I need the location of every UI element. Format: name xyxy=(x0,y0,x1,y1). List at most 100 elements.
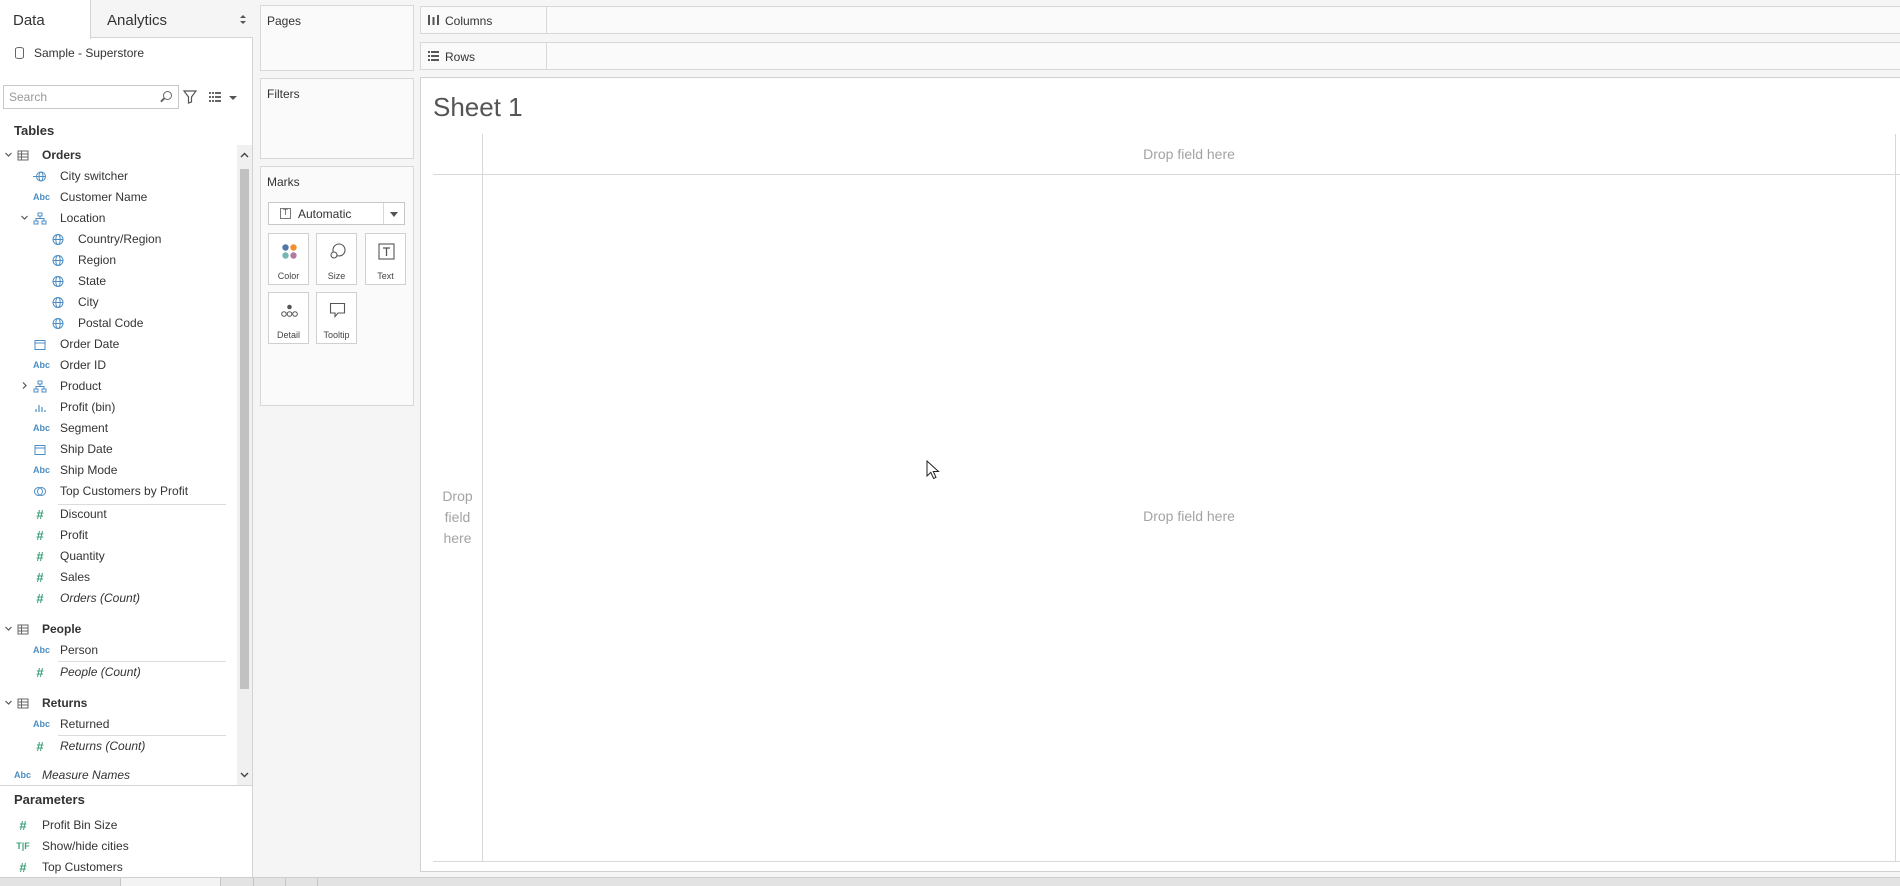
field-sales[interactable]: # Sales xyxy=(0,567,237,588)
parameter-top-customers[interactable]: # Top Customers xyxy=(0,857,253,878)
field-measure-names[interactable]: Abc Measure Names xyxy=(0,765,237,785)
columns-icon xyxy=(428,15,439,25)
sheet-tabs-bar[interactable] xyxy=(0,877,1900,886)
field-region[interactable]: Region xyxy=(0,250,237,271)
active-sheet-tab[interactable] xyxy=(120,878,220,886)
row-header-divider xyxy=(482,134,483,861)
string-icon: Abc xyxy=(33,192,51,202)
field-segment[interactable]: Abc Segment xyxy=(0,418,237,439)
field-postal-code[interactable]: Postal Code xyxy=(0,313,237,334)
field-profit[interactable]: # Profit xyxy=(0,525,237,546)
tab-separator xyxy=(253,878,254,886)
field-label: Ship Date xyxy=(60,442,113,456)
header-divider xyxy=(433,174,1900,175)
field-location[interactable]: Location xyxy=(0,208,237,229)
tab-data[interactable]: Data xyxy=(0,0,91,39)
chevron-down-icon[interactable] xyxy=(5,699,12,706)
text-button[interactable]: Text xyxy=(365,233,406,285)
size-button[interactable]: Size xyxy=(316,233,357,285)
parameter-show-hide-cities[interactable]: T|F Show/hide cities xyxy=(0,836,253,857)
field-person[interactable]: Abc Person xyxy=(0,640,237,661)
chevron-down-icon[interactable] xyxy=(390,212,398,217)
field-ship-date[interactable]: Ship Date xyxy=(0,439,237,460)
data-pane: Data Analytics Sample - Superstore Table… xyxy=(0,0,253,886)
field-customer-name[interactable]: Abc Customer Name xyxy=(0,187,237,208)
filters-card[interactable]: Filters xyxy=(260,78,414,159)
globe-icon xyxy=(52,255,64,266)
table-label: People xyxy=(42,622,82,636)
string-icon: Abc xyxy=(33,719,51,729)
chevron-down-icon[interactable] xyxy=(5,625,12,632)
mark-type-dropdown[interactable]: Automatic xyxy=(268,202,405,225)
database-icon xyxy=(15,47,24,59)
field-city[interactable]: City xyxy=(0,292,237,313)
chevron-up-icon[interactable] xyxy=(240,151,249,160)
automatic-mark-icon xyxy=(280,208,291,219)
field-people-count[interactable]: # People (Count) xyxy=(0,662,237,683)
chevron-down-icon[interactable] xyxy=(21,214,28,221)
tooltip-button[interactable]: Tooltip xyxy=(316,292,357,344)
tab-data-label: Data xyxy=(13,12,45,29)
field-label: Region xyxy=(78,253,117,267)
field-order-date[interactable]: Order Date xyxy=(0,334,237,355)
field-order-id[interactable]: Abc Order ID xyxy=(0,355,237,376)
drop-zone-center[interactable]: Drop field here xyxy=(483,508,1895,524)
field-state[interactable]: State xyxy=(0,271,237,292)
parameter-profit-bin-size[interactable]: # Profit Bin Size xyxy=(0,815,253,836)
parameter-label: Top Customers xyxy=(42,860,123,874)
sheet-view[interactable]: Sheet 1 Drop field here Drop field here … xyxy=(420,77,1900,872)
datasource-item[interactable]: Sample - Superstore xyxy=(0,40,253,66)
field-list: Orders City switcher Abc Customer Name L… xyxy=(0,145,237,785)
field-label: Postal Code xyxy=(78,316,144,330)
field-ship-mode[interactable]: Abc Ship Mode xyxy=(0,460,237,481)
drop-zone-rows[interactable]: Drop field here xyxy=(433,486,482,549)
rows-shelf[interactable]: Rows xyxy=(420,42,1900,70)
columns-shelf[interactable]: Columns xyxy=(420,6,1900,34)
field-label: Sales xyxy=(60,570,91,584)
table-returns[interactable]: Returns xyxy=(0,693,237,714)
field-label: Ship Mode xyxy=(60,463,118,477)
color-button[interactable]: Color xyxy=(268,233,309,285)
field-label: Orders (Count) xyxy=(60,591,141,605)
chevron-down-icon[interactable] xyxy=(240,770,249,779)
field-quantity[interactable]: # Quantity xyxy=(0,546,237,567)
marks-card: Marks Automatic Color Size Text Detail xyxy=(260,166,414,406)
detail-button[interactable]: Detail xyxy=(268,292,309,344)
field-label: People (Count) xyxy=(60,665,141,679)
table-orders[interactable]: Orders xyxy=(0,145,237,166)
field-city-switcher[interactable]: City switcher xyxy=(0,166,237,187)
field-product[interactable]: Product xyxy=(0,376,237,397)
chevron-down-icon[interactable] xyxy=(5,151,12,158)
scrollbar-thumb[interactable] xyxy=(240,169,249,689)
tab-separator xyxy=(220,878,221,886)
tab-analytics[interactable]: Analytics xyxy=(91,0,253,38)
number-icon: # xyxy=(36,549,44,564)
field-top-customers-by-profit[interactable]: Top Customers by Profit xyxy=(0,481,237,502)
tab-scroll-icon[interactable] xyxy=(240,15,246,24)
drop-zone-columns[interactable]: Drop field here xyxy=(483,146,1895,162)
field-label: Product xyxy=(60,379,102,393)
number-icon: # xyxy=(36,570,44,585)
table-people[interactable]: People xyxy=(0,619,237,640)
chevron-right-icon[interactable] xyxy=(21,382,28,389)
field-returned[interactable]: Abc Returned xyxy=(0,714,237,735)
table-label: Orders xyxy=(42,148,82,162)
field-returns-count[interactable]: # Returns (Count) xyxy=(0,736,237,757)
field-country-region[interactable]: Country/Region xyxy=(0,229,237,250)
rows-label: Rows xyxy=(445,50,476,64)
field-profit-bin[interactable]: Profit (bin) xyxy=(0,397,237,418)
search-input[interactable] xyxy=(9,89,159,105)
view-dropdown-icon[interactable] xyxy=(229,96,237,100)
view-list-icon[interactable] xyxy=(209,92,221,102)
filter-icon[interactable] xyxy=(183,90,197,104)
field-discount[interactable]: # Discount xyxy=(0,504,237,525)
bottom-border xyxy=(433,861,1900,862)
field-list-scrollbar[interactable] xyxy=(237,145,252,785)
pages-card[interactable]: Pages xyxy=(260,5,414,71)
mouse-cursor-icon xyxy=(926,460,940,480)
sheet-title[interactable]: Sheet 1 xyxy=(433,92,523,123)
detail-icon xyxy=(281,304,298,317)
field-orders-count[interactable]: # Orders (Count) xyxy=(0,588,237,609)
field-label: Country/Region xyxy=(78,232,162,246)
search-icon[interactable] xyxy=(163,91,172,100)
